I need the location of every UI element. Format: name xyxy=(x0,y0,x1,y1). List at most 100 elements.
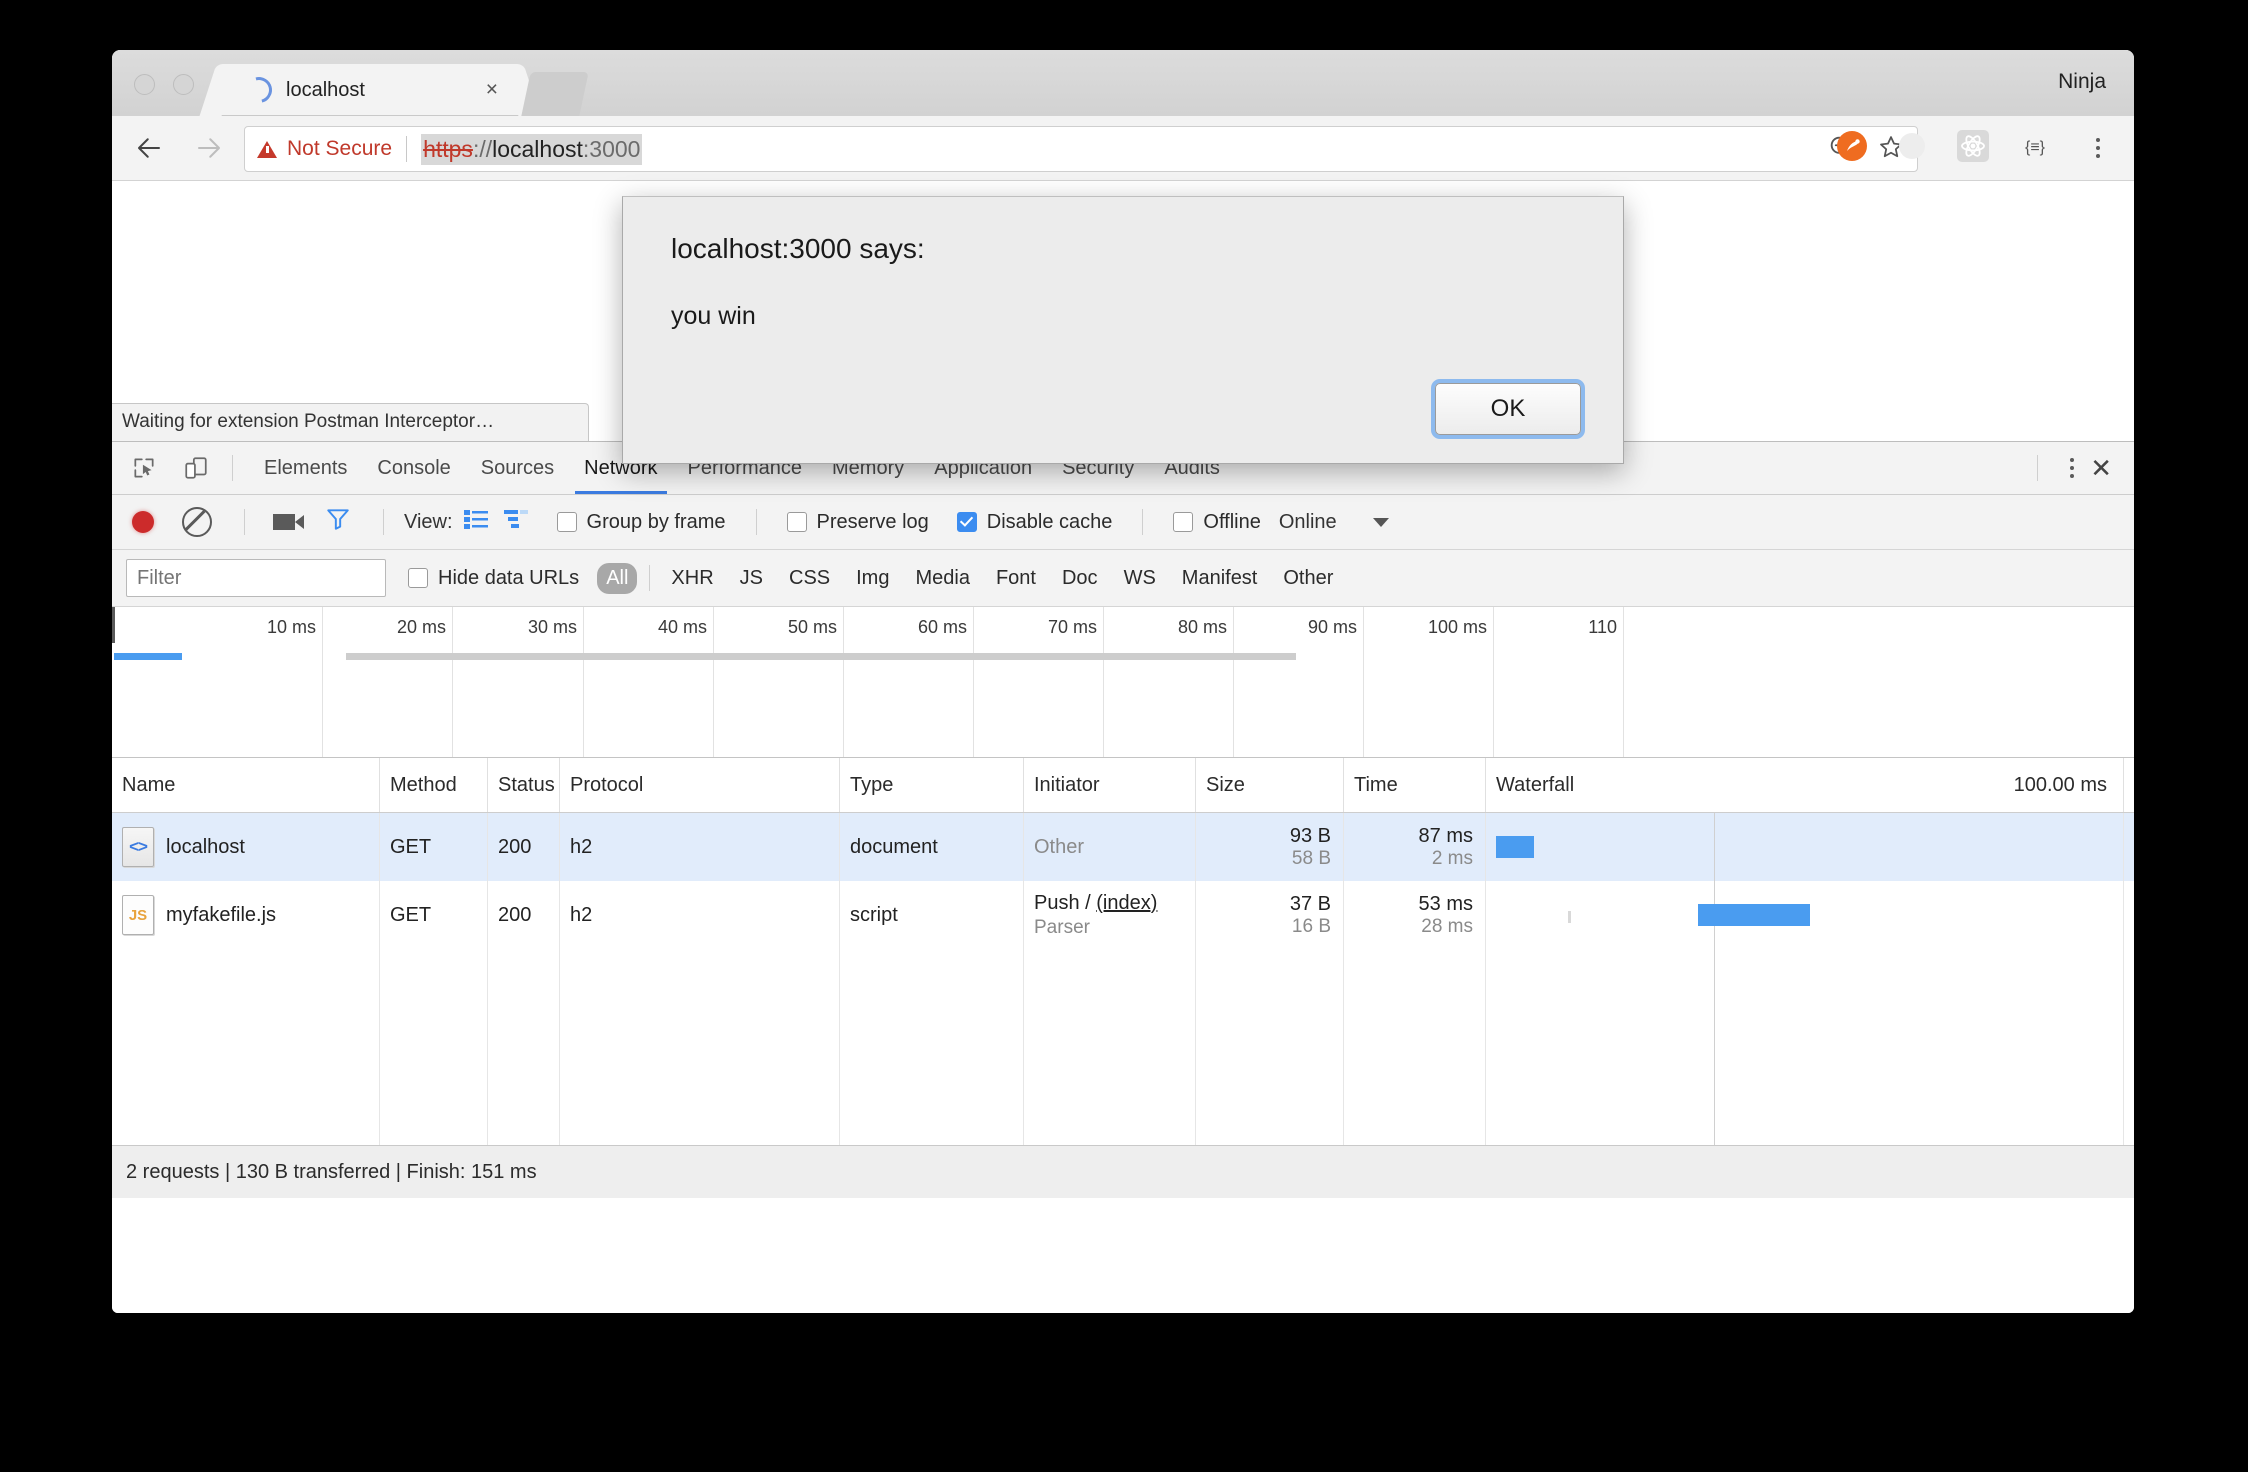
browser-tab[interactable]: localhost × xyxy=(220,64,520,116)
overview-tick: 10 ms xyxy=(322,607,323,757)
new-tab-button[interactable] xyxy=(521,72,588,116)
throttling-value[interactable]: Online xyxy=(1279,511,1337,534)
offline-checkbox[interactable]: Offline xyxy=(1173,511,1260,534)
initiator-line: Push / (index) xyxy=(1034,891,1157,916)
filter-type-xhr[interactable]: XHR xyxy=(662,563,722,594)
ok-button[interactable]: OK xyxy=(1435,383,1581,435)
devtools-panel: Elements Console Sources Network Perform… xyxy=(112,441,2134,1313)
cell-name[interactable]: <> localhost xyxy=(112,813,380,881)
list-view-icon[interactable] xyxy=(463,508,489,536)
filter-type-media[interactable]: Media xyxy=(906,563,978,594)
device-toolbar-icon[interactable] xyxy=(176,448,216,488)
profile-name[interactable]: Ninja xyxy=(2058,70,2106,94)
kebab-menu-icon[interactable] xyxy=(2080,138,2116,158)
overview-tick-label: 40 ms xyxy=(658,617,707,638)
close-window-button[interactable] xyxy=(134,74,155,95)
table-empty-area xyxy=(112,949,2134,1017)
network-overview[interactable]: 10 ms 20 ms 30 ms 40 ms 50 ms 60 ms 70 m… xyxy=(112,607,2134,758)
table-row[interactable]: <> localhost GET 200 h2 document Other 9… xyxy=(112,813,2134,881)
url-text[interactable]: https://localhost:3000 xyxy=(421,134,642,165)
column-header-waterfall[interactable]: Waterfall 100.00 ms xyxy=(1486,758,2124,812)
filter-input[interactable] xyxy=(126,559,386,597)
initiator-link[interactable]: (index) xyxy=(1096,892,1157,914)
url-scheme: https xyxy=(423,136,473,162)
close-devtools-button[interactable]: ✕ xyxy=(2090,455,2134,481)
security-indicator[interactable]: Not Secure xyxy=(257,137,392,161)
waterfall-view-icon[interactable] xyxy=(503,508,529,536)
overview-tick-label: 100 ms xyxy=(1428,617,1487,638)
overview-tick-label: 30 ms xyxy=(528,617,577,638)
overview-bar-primary xyxy=(114,653,182,660)
cell-waterfall xyxy=(1486,813,2124,881)
column-header-size[interactable]: Size xyxy=(1196,758,1344,812)
overview-tick-label: 70 ms xyxy=(1048,617,1097,638)
camera-icon[interactable] xyxy=(273,514,295,530)
cell-waterfall xyxy=(1486,881,2124,949)
clear-icon[interactable] xyxy=(182,507,212,537)
column-header-method[interactable]: Method xyxy=(380,758,488,812)
column-header-protocol[interactable]: Protocol xyxy=(560,758,840,812)
cell-time: 87 ms 2 ms xyxy=(1344,813,1486,881)
filter-type-manifest[interactable]: Manifest xyxy=(1173,563,1267,594)
filter-bar: Hide data URLs All XHR JS CSS Img Media … xyxy=(112,550,2134,607)
chevron-down-icon[interactable] xyxy=(1373,518,1389,527)
json-formatter-icon[interactable]: {≡} xyxy=(2018,133,2052,164)
filter-type-img[interactable]: Img xyxy=(847,563,898,594)
inspect-element-icon[interactable] xyxy=(124,448,164,488)
tab-sources[interactable]: Sources xyxy=(466,442,569,494)
initiator-prefix: Push / xyxy=(1034,892,1096,914)
overview-tick: 20 ms xyxy=(452,607,453,757)
preserve-log-checkbox[interactable]: Preserve log xyxy=(787,511,929,534)
disable-cache-checkbox[interactable]: Disable cache xyxy=(957,511,1113,534)
cell-name[interactable]: JS myfakefile.js xyxy=(112,881,380,949)
moon-icon[interactable] xyxy=(1896,130,1928,167)
tab-console[interactable]: Console xyxy=(362,442,465,494)
network-status-bar: 2 requests | 130 B transferred | Finish:… xyxy=(112,1145,2134,1198)
react-devtools-icon[interactable] xyxy=(1956,129,1990,168)
document-file-icon: <> xyxy=(122,827,154,867)
minimize-window-button[interactable] xyxy=(173,74,194,95)
filter-type-js[interactable]: JS xyxy=(731,563,772,594)
overview-tick-label: 10 ms xyxy=(267,617,316,638)
url-port: :3000 xyxy=(583,136,641,162)
funnel-icon[interactable] xyxy=(325,506,351,538)
group-by-frame-checkbox[interactable]: Group by frame xyxy=(557,511,726,534)
back-arrow-icon[interactable] xyxy=(126,125,172,171)
checkbox-box-checked xyxy=(957,512,977,532)
filter-type-ws[interactable]: WS xyxy=(1115,563,1165,594)
toolbar-divider xyxy=(232,455,233,481)
disable-cache-label: Disable cache xyxy=(987,511,1113,534)
overview-left-handle[interactable] xyxy=(112,607,115,643)
overview-tick-label: 110 xyxy=(1588,617,1617,638)
close-tab-button[interactable]: × xyxy=(486,79,498,100)
checkbox-box xyxy=(557,512,577,532)
filter-type-doc[interactable]: Doc xyxy=(1053,563,1107,594)
devtools-kebab-menu-icon[interactable] xyxy=(2054,458,2090,478)
column-header-type[interactable]: Type xyxy=(840,758,1024,812)
javascript-alert-dialog: localhost:3000 says: you win OK xyxy=(622,196,1624,464)
tab-elements[interactable]: Elements xyxy=(249,442,362,494)
loading-spinner-icon xyxy=(241,72,277,108)
dialog-message: you win xyxy=(671,302,756,331)
postman-icon[interactable] xyxy=(1836,130,1868,167)
filter-type-other[interactable]: Other xyxy=(1274,563,1342,594)
table-row[interactable]: JS myfakefile.js GET 200 h2 script Push … xyxy=(112,881,2134,949)
filter-type-all[interactable]: All xyxy=(597,563,637,594)
filter-type-css[interactable]: CSS xyxy=(780,563,839,594)
devtools-tabbar-actions: ✕ xyxy=(2021,455,2134,481)
overview-tick-label: 20 ms xyxy=(397,617,446,638)
cell-type: document xyxy=(840,813,1024,881)
column-header-name[interactable]: Name xyxy=(112,758,380,812)
overview-tick-label: 80 ms xyxy=(1178,617,1227,638)
cell-size: 37 B 16 B xyxy=(1196,881,1344,949)
record-button-icon[interactable] xyxy=(132,511,154,533)
column-header-status[interactable]: Status xyxy=(488,758,560,812)
address-bar[interactable]: Not Secure https://localhost:3000 xyxy=(244,126,1918,172)
cell-initiator[interactable]: Push / (index) Parser xyxy=(1024,881,1196,949)
waterfall-gridline xyxy=(1714,813,1715,881)
time-sub: 2 ms xyxy=(1432,848,1473,870)
hide-data-urls-checkbox[interactable]: Hide data URLs xyxy=(408,567,579,590)
column-header-initiator[interactable]: Initiator xyxy=(1024,758,1196,812)
column-header-time[interactable]: Time xyxy=(1344,758,1486,812)
filter-type-font[interactable]: Font xyxy=(987,563,1045,594)
